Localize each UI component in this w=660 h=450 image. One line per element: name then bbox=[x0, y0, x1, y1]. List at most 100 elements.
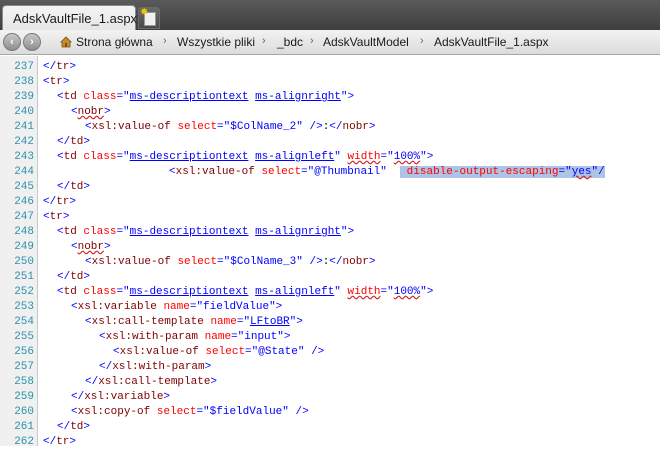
code-text: </tr> bbox=[43, 435, 76, 450]
code-token: =" bbox=[116, 91, 130, 103]
code-text: <td class="ms-descriptiontext ms-alignle… bbox=[57, 285, 433, 300]
code-line[interactable]: 248 <td class="ms-descriptiontext ms-alig… bbox=[0, 225, 660, 240]
code-line[interactable]: 258 </xsl:call-template> bbox=[0, 375, 660, 390]
code-text: <xsl:value-of select="@Thumbnail" disabl… bbox=[169, 165, 605, 180]
code-token: ms-descriptiontext bbox=[129, 91, 249, 103]
code-token: "> bbox=[420, 151, 434, 163]
code-line[interactable]: 244 <xsl:value-of select="@Thumbnail" dis… bbox=[0, 165, 660, 180]
code-line[interactable]: 250 <xsl:value-of select="$ColName_3" />:… bbox=[0, 255, 660, 270]
code-line[interactable]: 243 <td class="ms-descriptiontext ms-alig… bbox=[0, 150, 660, 165]
line-number: 254 bbox=[14, 316, 34, 328]
code-token: xsl:value-of bbox=[119, 346, 199, 358]
code-line[interactable]: 246 </tr> bbox=[0, 195, 660, 210]
code-text: <tr> bbox=[43, 210, 69, 225]
code-token: tr bbox=[56, 196, 70, 208]
line-number: 242 bbox=[14, 136, 34, 148]
code-line[interactable]: 260 <xsl:copy-of select="$fieldValue" /> bbox=[0, 405, 660, 420]
code-text: <xsl:value-of select="@State" /> bbox=[113, 345, 324, 360]
breadcrumb-item-bdc[interactable]: _bdc bbox=[277, 35, 303, 49]
code-token: </ bbox=[57, 136, 71, 148]
line-number: 255 bbox=[14, 331, 34, 343]
code-token: =" bbox=[236, 316, 251, 328]
line-number: 259 bbox=[14, 391, 34, 403]
line-number: 260 bbox=[14, 406, 34, 418]
code-token: </ bbox=[85, 376, 99, 388]
code-line[interactable]: 256 <xsl:value-of select="@State" /> bbox=[0, 345, 660, 360]
code-line[interactable]: 242 </td> bbox=[0, 135, 660, 150]
code-token: width bbox=[347, 286, 381, 298]
code-line[interactable]: 237 </tr> bbox=[0, 60, 660, 75]
code-line[interactable]: 262 </tr> bbox=[0, 435, 660, 450]
code-text: <nobr> bbox=[71, 105, 111, 120]
code-token: select bbox=[156, 406, 197, 418]
code-token: </ bbox=[329, 121, 343, 133]
code-line[interactable]: 261 </td> bbox=[0, 420, 660, 435]
new-page-tab-button[interactable]: ✸ bbox=[138, 7, 160, 29]
code-token: " bbox=[334, 151, 341, 163]
code-token: input bbox=[244, 331, 278, 343]
breadcrumb-item-file[interactable]: AdskVaultFile_1.aspx bbox=[434, 35, 549, 49]
code-text: </td> bbox=[57, 420, 90, 435]
back-button[interactable]: ‹ bbox=[3, 33, 21, 51]
code-token: xsl:copy-of bbox=[77, 406, 151, 418]
code-line[interactable]: 239 <td class="ms-descriptiontext ms-alig… bbox=[0, 90, 660, 105]
code-text: <xsl:value-of select="$ColName_3" />:</n… bbox=[85, 255, 376, 270]
code-token: " bbox=[296, 121, 303, 133]
code-line[interactable]: 249 <nobr> bbox=[0, 240, 660, 255]
code-line[interactable]: 245 </td> bbox=[0, 180, 660, 195]
line-number: 240 bbox=[14, 106, 34, 118]
code-token: $fieldValue bbox=[209, 406, 283, 418]
code-token: nobr bbox=[342, 121, 369, 133]
code-token: td bbox=[70, 136, 84, 148]
code-token: < bbox=[169, 166, 176, 178]
code-line[interactable]: 259 </xsl:variable> bbox=[0, 390, 660, 405]
code-text: </td> bbox=[57, 180, 90, 195]
code-token: yes bbox=[571, 166, 592, 178]
code-token: class bbox=[83, 226, 117, 238]
line-number: 247 bbox=[14, 211, 34, 223]
code-token: $ColName_3 bbox=[230, 256, 297, 268]
code-token: " bbox=[334, 286, 341, 298]
code-token: =" bbox=[116, 286, 130, 298]
forward-button[interactable]: › bbox=[23, 33, 41, 51]
breadcrumb-item-all-files[interactable]: Wszystkie pliki bbox=[177, 35, 255, 49]
code-token: LFtoBR bbox=[250, 316, 290, 328]
code-line[interactable]: 257 </xsl:with-param> bbox=[0, 360, 660, 375]
code-token: "> bbox=[277, 331, 291, 343]
code-line[interactable]: 238 <tr> bbox=[0, 75, 660, 90]
code-token: < bbox=[57, 286, 64, 298]
code-token: < bbox=[43, 76, 50, 88]
breadcrumb-item-model[interactable]: AdskVaultModel bbox=[323, 35, 409, 49]
code-line[interactable]: 254 <xsl:call-template name="LFtoBR"> bbox=[0, 315, 660, 330]
code-line[interactable]: 251 </td> bbox=[0, 270, 660, 285]
code-text: <xsl:value-of select="$ColName_2" />:</n… bbox=[85, 120, 376, 135]
code-line[interactable]: 255 <xsl:with-param name="input"> bbox=[0, 330, 660, 345]
code-line[interactable]: 252 <td class="ms-descriptiontext ms-alig… bbox=[0, 285, 660, 300]
code-line[interactable]: 247 <tr> bbox=[0, 210, 660, 225]
tab-label: AdskVaultFile_1.aspx* bbox=[13, 11, 143, 26]
code-token: > bbox=[104, 241, 111, 253]
code-text: <td class="ms-descriptiontext ms-alignri… bbox=[57, 90, 354, 105]
code-token: < bbox=[99, 331, 106, 343]
code-token: tr bbox=[49, 211, 63, 223]
code-line[interactable]: 241 <xsl:value-of select="$ColName_2" />:… bbox=[0, 120, 660, 135]
code-token: "> bbox=[289, 316, 303, 328]
code-text: </xsl:call-template> bbox=[85, 375, 217, 390]
code-token: =" bbox=[301, 166, 315, 178]
code-line[interactable]: 253 <xsl:variable name="fieldValue"> bbox=[0, 300, 660, 315]
line-number: 256 bbox=[14, 346, 34, 358]
code-token: </ bbox=[57, 271, 71, 283]
code-text: </tr> bbox=[43, 195, 76, 210]
line-number: 246 bbox=[14, 196, 34, 208]
tab-active-file[interactable]: AdskVaultFile_1.aspx* bbox=[2, 5, 142, 30]
code-token: ms-descriptiontext bbox=[129, 151, 249, 163]
code-editor[interactable]: 237 </tr> 238 <tr> 239 <td class="ms-descript… bbox=[0, 56, 660, 448]
breadcrumb-item-home[interactable]: Strona główna bbox=[76, 35, 153, 49]
code-text: <nobr> bbox=[71, 240, 111, 255]
code-token: td bbox=[63, 286, 77, 298]
code-line[interactable]: 240 <nobr> bbox=[0, 105, 660, 120]
code-token: fieldValue bbox=[203, 301, 270, 313]
code-token: name bbox=[163, 301, 190, 313]
